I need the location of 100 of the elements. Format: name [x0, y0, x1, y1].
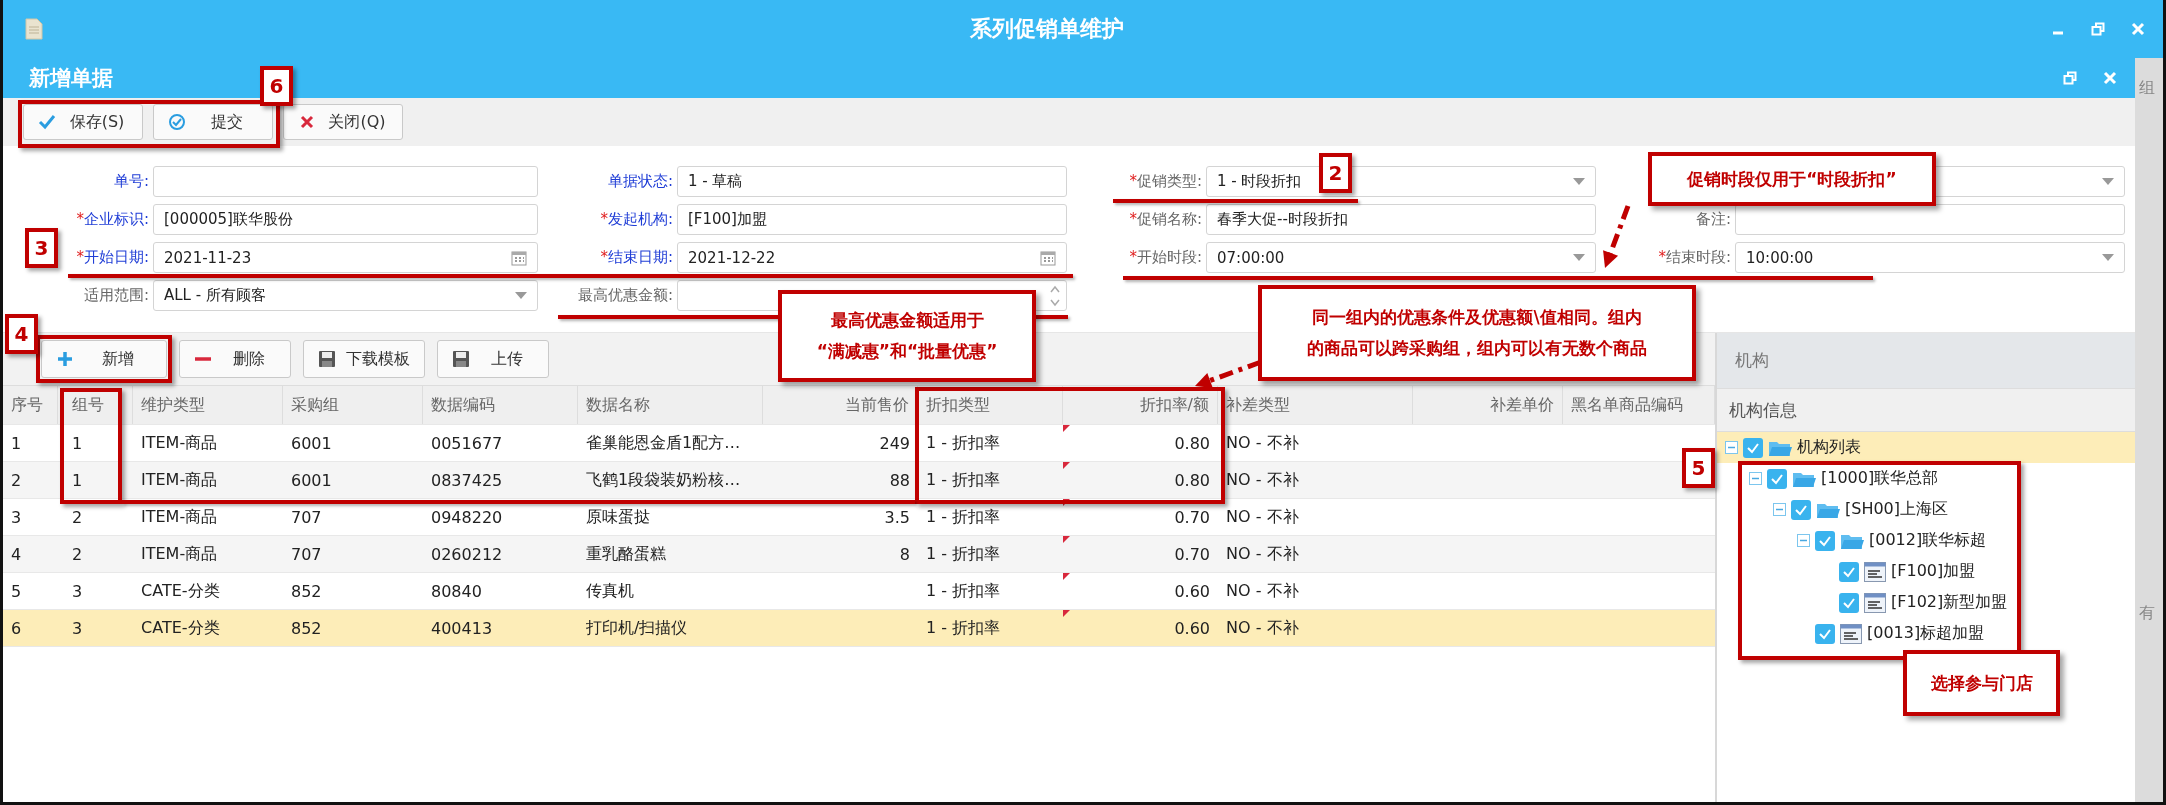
field-label: 结束时段:: [1665, 248, 1731, 266]
field-label: 最高优惠金额:: [577, 286, 673, 304]
required-mark: *: [76, 248, 84, 266]
required-mark: *: [76, 210, 84, 228]
table-cell-text: ITEM-商品: [140, 542, 219, 565]
table-cell: 0.70: [1063, 536, 1218, 572]
table-cell-text: 3: [71, 617, 84, 640]
table-cell: 0.80: [1063, 425, 1218, 461]
table-cell-text: NO - 不补: [1225, 468, 1300, 491]
required-mark: *: [600, 248, 608, 266]
table-cell: 0.60: [1063, 573, 1218, 609]
table-cell-text: 707: [290, 543, 323, 566]
table-cell-text: 3.5: [883, 506, 911, 529]
field-label: 企业标识:: [83, 210, 149, 228]
table-cell-text: CATE-分类: [140, 616, 221, 639]
annotation-callout-tooltip: 同一组内的优惠条件及优惠额\值相同。组内 的商品可以跨采购组，组内可以有无数个商品: [1258, 285, 1696, 381]
table-cell-text: 重乳酪蛋糕: [585, 542, 667, 565]
table-cell-text: 原味蛋挞: [585, 505, 651, 528]
required-mark: *: [1129, 172, 1137, 190]
field-label: 结束日期:: [607, 248, 673, 266]
table-cell-text: 0051677: [430, 432, 504, 455]
table-cell-text: 雀巢能恩金盾1配方…: [585, 431, 742, 454]
table-cell: 0.60: [1063, 610, 1218, 646]
table-cell-text: 0948220: [430, 506, 504, 529]
table-cell-text: 249: [878, 432, 911, 455]
annotation-number: 4: [5, 314, 38, 354]
table-cell-text: 0837425: [430, 469, 504, 492]
table-cell-text: ITEM-商品: [140, 468, 219, 491]
table-cell-text: 852: [290, 580, 323, 603]
tree-item-label: [F102]新型加盟: [1891, 592, 2008, 613]
required-mark: *: [1658, 248, 1666, 266]
required-mark: *: [600, 210, 608, 228]
annotation-callout-tooltip: 促销时段仅用于“时段折扣”: [1648, 152, 1936, 206]
table-cell-text: 1 - 折扣率: [925, 468, 1002, 491]
field-label: 开始日期:: [83, 248, 149, 266]
table-cell-text: 1 - 折扣率: [925, 542, 1002, 565]
table-cell-text: NO - 不补: [1225, 616, 1300, 639]
document-title: 新增单据: [29, 65, 113, 92]
annotation-number: 6: [260, 66, 293, 106]
table-cell-text: 0260212: [430, 543, 504, 566]
annotation-number: 2: [1319, 153, 1352, 193]
panel-subtitle: 机构信息: [1717, 388, 2135, 432]
table-cell-text: 400413: [430, 617, 494, 640]
table-cell-text: 打印机/扫描仪: [585, 616, 689, 639]
table-cell-text: 1: [71, 432, 84, 455]
tree-item-label: [F100]加盟: [1891, 561, 1976, 582]
field-label: 开始时段:: [1136, 248, 1202, 266]
table-cell-text: 852: [290, 617, 323, 640]
table-cell-text: 88: [888, 469, 911, 492]
table-cell-text: 1 - 折扣率: [925, 616, 1002, 639]
table-cell: 0.80: [1063, 462, 1218, 498]
table-cell-text: 6: [10, 617, 23, 640]
field-label: 促销类型:: [1136, 172, 1202, 190]
table-cell-text: 1: [71, 469, 84, 492]
table-cell-text: 3: [71, 580, 84, 603]
field-label: 备注:: [1695, 210, 1731, 228]
table-cell-text: NO - 不补: [1225, 431, 1300, 454]
field-label: 单号:: [113, 172, 149, 190]
table-cell-text: NO - 不补: [1225, 579, 1300, 602]
tree-item-label: 机构列表: [1797, 437, 1861, 458]
tree-item-label: [0012]联华标超: [1869, 530, 1987, 551]
table-cell-text: 2: [10, 469, 23, 492]
table-cell-text: 80840: [430, 580, 483, 603]
window-title: 系列促销单维护: [969, 15, 1125, 43]
table-cell-text: 传真机: [585, 579, 635, 602]
required-mark: *: [1129, 248, 1137, 266]
table-cell-text: ITEM-商品: [140, 505, 219, 528]
table-cell-text: 1 - 折扣率: [925, 579, 1002, 602]
table-cell-text: 8: [898, 543, 911, 566]
field-label: 促销名称:: [1136, 210, 1202, 228]
field-label: 适用范围:: [83, 286, 149, 304]
table-cell-text: CATE-分类: [140, 579, 221, 602]
required-mark: *: [1129, 210, 1137, 228]
table-cell-text: 707: [290, 506, 323, 529]
annotation-number: 5: [1682, 448, 1715, 488]
annotation-callout-tooltip: 最高优惠金额适用于 “满减惠”和“批量优惠”: [778, 290, 1036, 382]
table-cell-text: 6001: [290, 469, 333, 492]
table-cell-text: ITEM-商品: [140, 431, 219, 454]
table-cell-text: NO - 不补: [1225, 505, 1300, 528]
field-label: 单据状态:: [607, 172, 673, 190]
table-cell-text: 5: [10, 580, 23, 603]
table-cell-text: 6001: [290, 432, 333, 455]
table-cell-text: 1 - 折扣率: [925, 505, 1002, 528]
table-cell-text: 2: [71, 543, 84, 566]
panel-title: 机构: [1717, 333, 2135, 388]
table-cell-text: 1 - 折扣率: [925, 431, 1002, 454]
table-cell-text: NO - 不补: [1225, 542, 1300, 565]
table-cell-text: 4: [10, 543, 23, 566]
annotation-number: 3: [25, 228, 58, 268]
table-cell-text: 飞鹤1段袋装奶粉核…: [585, 468, 742, 491]
annotation-callout-tooltip: 选择参与门店: [1903, 650, 2060, 716]
table-cell-text: 1: [10, 432, 23, 455]
table-cell-text: 2: [71, 506, 84, 529]
tree-item-label: [1000]联华总部: [1821, 468, 1939, 489]
field-label: 发起机构:: [607, 210, 673, 228]
background-text: 有: [2139, 603, 2155, 624]
tree-item-label: [SH00]上海区: [1845, 499, 1949, 520]
background-text: 组: [2139, 78, 2155, 99]
table-cell-text: 3: [10, 506, 23, 529]
tree-item-label: [0013]标超加盟: [1867, 623, 1985, 644]
